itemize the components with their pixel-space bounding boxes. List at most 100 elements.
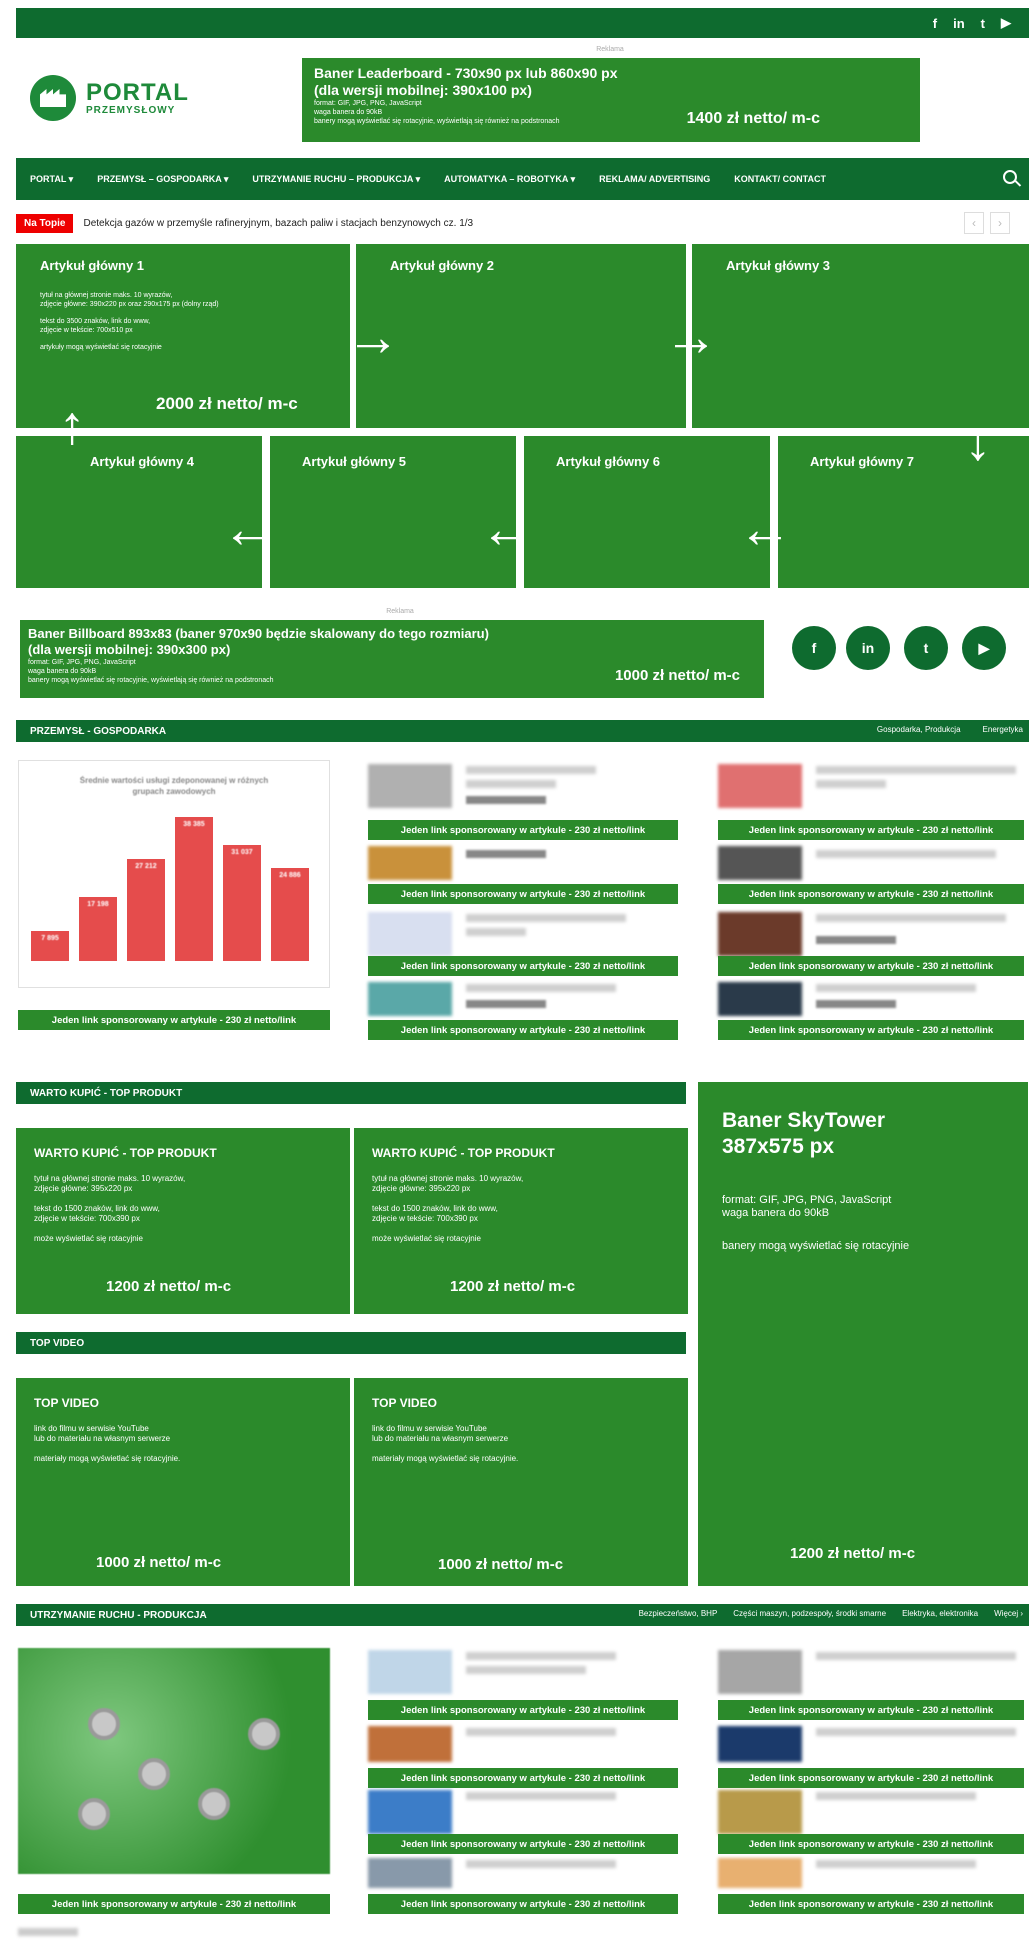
article-thumbnail[interactable] — [718, 1858, 802, 1888]
sponsored-link-banner[interactable]: Jeden link sponsorowany w artykule - 230… — [18, 1010, 330, 1030]
article-thumbnail[interactable] — [368, 846, 452, 880]
leaderboard-title-mobile: (dla wersji mobilnej: 390x100 px) — [314, 82, 532, 98]
main-article-3[interactable]: Artykuł główny 3 — [692, 244, 1029, 428]
top-video-card[interactable]: TOP VIDEO link do filmu w serwisie YouTu… — [354, 1378, 688, 1586]
sponsored-link-banner[interactable]: Jeden link sponsorowany w artykule - 230… — [718, 1700, 1024, 1720]
article-desc: tytuł na głównej stronie maks. 10 wyrazó… — [40, 291, 326, 309]
article-thumbnail[interactable] — [368, 1790, 452, 1834]
section-tag[interactable]: Gospodarka, Produkcja — [877, 725, 961, 734]
article-title-blur — [466, 914, 626, 922]
article-thumbnail[interactable] — [368, 1650, 452, 1694]
article-thumbnail[interactable] — [368, 1726, 452, 1762]
video-title: TOP VIDEO — [372, 1396, 437, 1410]
main-article-2[interactable]: Artykuł główny 2 — [356, 244, 686, 428]
sponsored-link-banner[interactable]: Jeden link sponsorowany w artykule - 230… — [718, 956, 1024, 976]
article-thumbnail[interactable] — [718, 912, 802, 956]
article-title-blur — [816, 1792, 976, 1800]
gear-shape — [78, 1798, 110, 1830]
section-title[interactable]: TOP VIDEO — [30, 1338, 84, 1349]
sponsored-link-banner[interactable]: Jeden link sponsorowany w artykule - 230… — [718, 1768, 1024, 1788]
product-desc-line: tekst do 1500 znaków, link do www, — [34, 1204, 160, 1213]
linkedin-icon[interactable]: in — [953, 16, 965, 31]
billboard-title: Baner Billboard 893x83 (baner 970x90 będ… — [28, 626, 489, 641]
article-title-blur — [816, 850, 996, 858]
leaderboard-banner[interactable]: Baner Leaderboard - 730x90 px lub 860x90… — [302, 58, 920, 142]
top-video-card[interactable]: TOP VIDEO link do filmu w serwisie YouTu… — [16, 1378, 350, 1586]
skytower-size: 387x575 px — [722, 1135, 835, 1158]
nav-portal[interactable]: PORTAL ▾ — [30, 174, 73, 185]
sponsored-link-banner[interactable]: Jeden link sponsorowany w artykule - 230… — [718, 1894, 1024, 1914]
sponsored-link-banner[interactable]: Jeden link sponsorowany w artykule - 230… — [368, 1020, 678, 1040]
ticker-next-button[interactable]: › — [990, 212, 1010, 234]
facebook-icon[interactable]: f — [933, 16, 937, 31]
article-thumbnail[interactable] — [718, 1726, 802, 1762]
sponsored-link-banner[interactable]: Jeden link sponsorowany w artykule - 230… — [718, 1020, 1024, 1040]
section-title[interactable]: PRZEMYSŁ - GOSPODARKA — [30, 726, 166, 737]
billboard-banner[interactable]: Baner Billboard 893x83 (baner 970x90 będ… — [20, 620, 764, 698]
search-icon[interactable] — [1003, 170, 1017, 184]
section-tag-more[interactable]: Więcej › — [994, 1609, 1023, 1618]
product-desc-line: zdjęcie w tekście: 700x390 px — [34, 1214, 140, 1223]
nav-automatyka[interactable]: AUTOMATYKA – ROBOTYKA ▾ — [444, 174, 575, 185]
site-logo[interactable]: PORTAL PRZEMYSŁOWY — [30, 68, 240, 128]
skytower-desc-line: banery mogą wyświetlać się rotacyjnie — [722, 1240, 910, 1252]
sponsored-link-banner[interactable]: Jeden link sponsorowany w artykule - 230… — [718, 820, 1024, 840]
twitter-icon[interactable]: t — [904, 626, 948, 670]
nav-kontakt[interactable]: KONTAKT/ CONTACT — [734, 174, 826, 184]
top-product-card[interactable]: WARTO KUPIĆ - TOP PRODUKT tytuł na główn… — [354, 1128, 688, 1314]
section-tag[interactable]: Części maszyn, podzespoły, środki smarne — [733, 1609, 886, 1618]
article-thumbnail[interactable] — [718, 982, 802, 1016]
youtube-icon[interactable]: ▶ — [1001, 15, 1011, 31]
skytower-banner[interactable]: Baner SkyTower 387x575 px format: GIF, J… — [698, 1082, 1028, 1586]
sponsored-link-banner[interactable]: Jeden link sponsorowany w artykule - 230… — [368, 884, 678, 904]
section-tag[interactable]: Energetyka — [983, 725, 1023, 734]
nav-przemysl[interactable]: PRZEMYSŁ – GOSPODARKA ▾ — [97, 174, 228, 185]
article-title: Artykuł główny 3 — [726, 258, 831, 273]
article-thumbnail[interactable] — [718, 1790, 802, 1834]
article-title-blur — [816, 914, 1006, 922]
ticker-prev-button[interactable]: ‹ — [964, 212, 984, 234]
article-thumbnail[interactable] — [368, 982, 452, 1016]
twitter-icon[interactable]: t — [981, 16, 985, 31]
article-thumbnail[interactable] — [368, 764, 452, 808]
arrow-right-icon: → — [664, 307, 718, 367]
section-header-przemysl: PRZEMYSŁ - GOSPODARKA Gospodarka, Produk… — [16, 720, 1029, 742]
article-thumbnail[interactable] — [368, 1858, 452, 1888]
sponsored-link-banner[interactable]: Jeden link sponsorowany w artykule - 230… — [18, 1894, 330, 1914]
article-thumbnail[interactable] — [368, 912, 452, 956]
product-desc-line: zdjęcie główne: 395x220 px — [34, 1184, 133, 1193]
section-title[interactable]: UTRZYMANIE RUCHU - PRODUKCJA — [30, 1610, 207, 1621]
article-desc: tekst do 3500 znaków, link do www, zdjęc… — [40, 317, 326, 335]
sponsored-link-banner[interactable]: Jeden link sponsorowany w artykule - 230… — [368, 956, 678, 976]
main-article-6[interactable]: Artykuł główny 6 — [524, 436, 770, 588]
article-thumbnail[interactable] — [718, 1650, 802, 1694]
ticker-text[interactable]: Detekcja gazów w przemyśle rafineryjnym,… — [83, 218, 473, 229]
nav-reklama[interactable]: REKLAMA/ ADVERTISING — [599, 174, 710, 184]
sponsored-link-banner[interactable]: Jeden link sponsorowany w artykule - 230… — [368, 1834, 678, 1854]
article-thumbnail[interactable] — [718, 764, 802, 808]
sponsored-link-banner[interactable]: Jeden link sponsorowany w artykule - 230… — [718, 884, 1024, 904]
video-desc-line: materiały mogą wyświetlać się rotacyjnie… — [372, 1454, 519, 1463]
chart-image[interactable]: Średnie wartości usługi zdeponowanej w r… — [18, 760, 330, 988]
product-desc-line: tekst do 1500 znaków, link do www, — [372, 1204, 498, 1213]
featured-article-image[interactable] — [18, 1648, 330, 1874]
sponsored-link-banner[interactable]: Jeden link sponsorowany w artykule - 230… — [718, 1834, 1024, 1854]
sponsored-link-banner[interactable]: Jeden link sponsorowany w artykule - 230… — [368, 1768, 678, 1788]
sponsored-link-banner[interactable]: Jeden link sponsorowany w artykule - 230… — [368, 1894, 678, 1914]
sponsored-link-banner[interactable]: Jeden link sponsorowany w artykule - 230… — [368, 820, 678, 840]
youtube-icon[interactable]: ▶ — [962, 626, 1006, 670]
sponsored-link-banner[interactable]: Jeden link sponsorowany w artykule - 230… — [368, 1700, 678, 1720]
top-product-card[interactable]: WARTO KUPIĆ - TOP PRODUKT tytuł na główn… — [16, 1128, 350, 1314]
article-thumbnail[interactable] — [718, 846, 802, 880]
section-title[interactable]: WARTO KUPIĆ - TOP PRODUKT — [30, 1088, 182, 1099]
main-article-1[interactable]: Artykuł główny 1 tytuł na głównej stroni… — [16, 244, 350, 428]
article-title: Artykuł główny 6 — [556, 454, 661, 469]
billboard-title-mobile: (dla wersji mobilnej: 390x300 px) — [28, 642, 231, 657]
nav-utrzymanie[interactable]: UTRZYMANIE RUCHU – PRODUKCJA ▾ — [252, 174, 420, 185]
gear-shape — [198, 1788, 230, 1820]
section-tag[interactable]: Bezpieczeństwo, BHP — [639, 1609, 718, 1618]
facebook-icon[interactable]: f — [792, 626, 836, 670]
section-tag[interactable]: Elektryka, elektronika — [902, 1609, 978, 1618]
article-desc-line: zdjęcie główne: 390x220 px oraz 290x175 … — [40, 301, 219, 308]
linkedin-icon[interactable]: in — [846, 626, 890, 670]
